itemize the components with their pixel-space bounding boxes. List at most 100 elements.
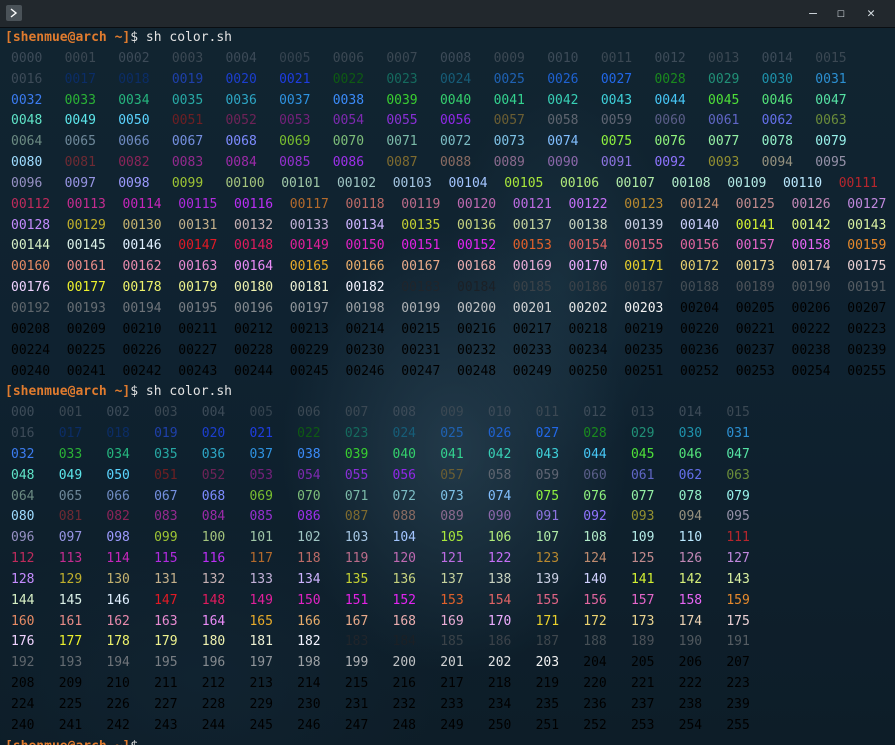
color-code: 104 xyxy=(392,530,416,546)
color-code: 045 xyxy=(630,446,655,462)
color-code: 00112 xyxy=(11,196,51,212)
color-code: 137 xyxy=(440,571,464,587)
color-code: 0061 xyxy=(708,113,740,129)
color-code: 00209 xyxy=(66,321,106,337)
color-code: 142 xyxy=(678,571,703,587)
color-code: 0079 xyxy=(815,134,847,150)
color-code: 089 xyxy=(440,509,464,525)
color-code: 0073 xyxy=(493,134,525,150)
color-code: 00144 xyxy=(11,238,51,254)
color-code: 018 xyxy=(106,426,130,442)
color-code: 097 xyxy=(58,530,83,546)
color-code: 237 xyxy=(630,697,655,712)
color-code: 130 xyxy=(106,571,130,587)
color-code: 210 xyxy=(106,676,130,692)
color-code: 00106 xyxy=(559,175,600,191)
color-code: 017 xyxy=(58,426,83,442)
minimize-button[interactable]: – xyxy=(801,3,825,24)
color-code: 0014 xyxy=(761,50,793,66)
color-code: 00146 xyxy=(122,238,162,254)
color-code: 00156 xyxy=(680,238,720,254)
color-code: 080 xyxy=(11,509,35,525)
color-code: 0034 xyxy=(118,92,150,108)
color-code: 061 xyxy=(630,467,655,483)
color-code: 0004 xyxy=(225,50,257,66)
color-code: 022 xyxy=(297,426,321,442)
color-code: 00109 xyxy=(727,175,767,191)
color-row: 00192 00193 00194 00195 00196 00197 00198 00199… xyxy=(5,299,886,320)
color-code: 00105 xyxy=(504,175,544,191)
color-code: 180 xyxy=(201,634,226,650)
color-code: 019 xyxy=(154,426,178,442)
color-row: 080 081 082 083 084 085 086 087 088 089 090 091 092 0… xyxy=(5,507,750,528)
color-code: 00189 xyxy=(735,280,775,296)
color-code: 167 xyxy=(344,613,369,629)
color-code: 170 xyxy=(487,613,512,629)
color-code: 0059 xyxy=(600,113,633,129)
color-code: 173 xyxy=(630,613,655,629)
color-code: 00196 xyxy=(234,300,274,316)
color-code: 077 xyxy=(630,488,655,504)
color-row: 00160 00161 00162 00163 00164 00165 00166 00167… xyxy=(5,257,886,278)
color-code: 228 xyxy=(201,697,226,712)
color-code: 00211 xyxy=(178,321,218,337)
color-code: 199 xyxy=(344,655,369,671)
color-code: 0085 xyxy=(279,155,311,171)
color-code: 00199 xyxy=(401,300,441,316)
color-code: 009 xyxy=(440,405,464,421)
color-code: 179 xyxy=(154,634,178,650)
color-code: 251 xyxy=(535,717,560,733)
color-code: 039 xyxy=(344,446,369,462)
color-code: 0090 xyxy=(547,155,579,171)
color-code: 00135 xyxy=(401,217,441,233)
color-code: 208 xyxy=(11,676,35,692)
color-code: 00252 xyxy=(680,363,720,379)
color-code: 00163 xyxy=(178,259,218,275)
color-code: 0030 xyxy=(761,71,793,87)
color-code: 00148 xyxy=(234,238,274,254)
color-code: 088 xyxy=(392,509,416,525)
color-code: 00141 xyxy=(735,217,775,233)
color-code: 0053 xyxy=(279,113,311,129)
color-code: 183 xyxy=(344,634,369,650)
color-row: 192 193 194 195 196 197 198 199 200 201 202 203 204 2… xyxy=(5,653,750,674)
color-code: 072 xyxy=(392,488,416,504)
color-code: 071 xyxy=(344,488,369,504)
color-code: 00132 xyxy=(234,217,274,233)
color-code: 0054 xyxy=(332,113,365,129)
color-code: 0036 xyxy=(225,92,257,108)
color-row: 0048 0049 0050 0051 0052 0053 0054 0055 0056 0057… xyxy=(5,111,847,132)
color-code: 050 xyxy=(106,467,130,483)
color-code: 0052 xyxy=(225,113,257,129)
color-code: 086 xyxy=(297,509,321,525)
color-code: 00185 xyxy=(512,280,552,296)
color-code: 238 xyxy=(678,697,703,712)
color-code: 0038 xyxy=(332,92,365,108)
color-code: 038 xyxy=(297,446,321,462)
color-code: 059 xyxy=(535,467,560,483)
color-code: 00222 xyxy=(791,321,831,337)
color-code: 00147 xyxy=(178,238,218,254)
color-code: 116 xyxy=(201,551,226,567)
close-button[interactable]: ✕ xyxy=(859,3,883,24)
color-code: 041 xyxy=(440,446,464,462)
color-code: 102 xyxy=(297,530,321,546)
color-code: 083 xyxy=(154,509,178,525)
color-code: 239 xyxy=(726,697,750,712)
color-code: 0087 xyxy=(386,155,418,171)
maximize-button[interactable]: ☐ xyxy=(829,3,853,24)
color-code: 00134 xyxy=(345,217,385,233)
color-code: 0016 xyxy=(11,71,43,87)
color-code: 006 xyxy=(297,405,321,421)
color-code: 218 xyxy=(487,676,512,692)
prompt-path: ~ xyxy=(106,30,123,45)
color-code: 028 xyxy=(583,426,607,442)
color-code: 00242 xyxy=(122,363,162,379)
color-code: 00247 xyxy=(401,363,441,379)
prompt-line: [shenmue@arch ~]$ xyxy=(5,737,232,745)
color-code: 234 xyxy=(487,697,512,712)
terminal-app-icon xyxy=(6,5,22,21)
color-code: 0084 xyxy=(225,155,257,171)
color-code: 00167 xyxy=(401,259,441,275)
terminal-viewport[interactable]: [shenmue@arch ~]$ sh color.sh 0000 0001 000… xyxy=(0,28,895,745)
